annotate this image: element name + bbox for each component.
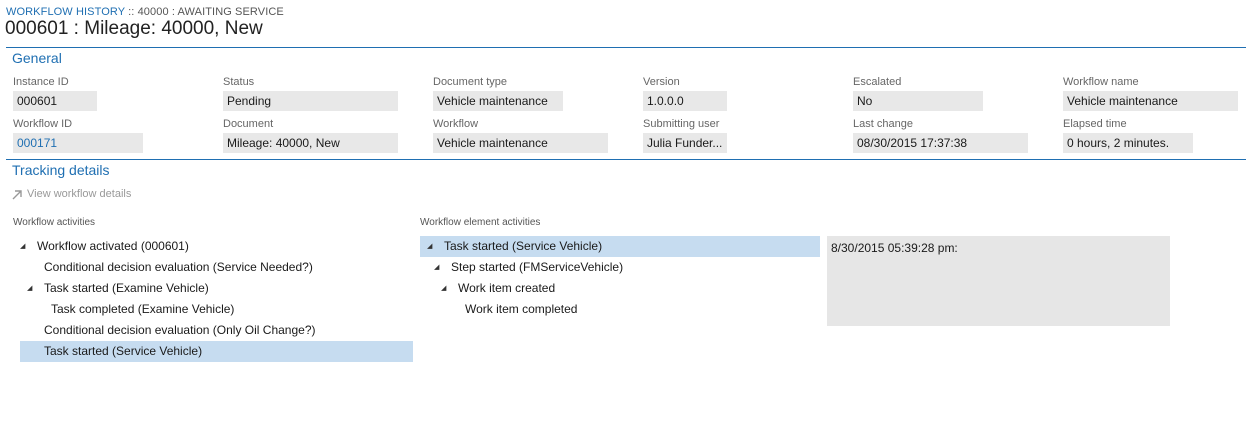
submitting-user-label: Submitting user (643, 118, 720, 130)
last-change-label: Last change (853, 118, 913, 130)
instance-id-label: Instance ID (13, 76, 69, 88)
tracking-section-divider (6, 159, 1246, 160)
document-label: Document (223, 118, 274, 130)
document-value: Mileage: 40000, New (223, 133, 398, 153)
document-field: Document Mileage: 40000, New (223, 118, 398, 153)
submitting-user-field: Submitting user Julia Funder... (643, 118, 727, 153)
tree-item-decision-service-needed[interactable]: Conditional decision evaluation (Service… (20, 257, 413, 278)
version-field: Version 1.0.0.0 (643, 76, 727, 111)
tree-item-label: Task started (Service Vehicle) (444, 239, 603, 253)
escalated-label: Escalated (853, 76, 902, 88)
element-item-work-item-created[interactable]: ◢ Work item created (420, 278, 820, 299)
view-workflow-details-label: View workflow details (27, 188, 132, 200)
tree-item-label: Step started (FMServiceVehicle) (451, 260, 624, 274)
element-item-work-item-completed[interactable]: Work item completed (420, 299, 820, 320)
tree-item-label: Workflow activated (000601) (37, 239, 189, 253)
escalated-value: No (853, 91, 983, 111)
expand-triangle-icon[interactable]: ◢ (427, 236, 435, 257)
workflow-element-activities-tree: ◢ Task started (Service Vehicle) ◢ Step … (420, 236, 820, 326)
view-workflow-details-button[interactable]: View workflow details (12, 188, 131, 200)
workflow-id-link[interactable]: 000171 (13, 133, 143, 153)
element-item-step-started[interactable]: ◢ Step started (FMServiceVehicle) (420, 257, 820, 278)
tree-item-label: Conditional decision evaluation (Service… (44, 260, 313, 274)
elapsed-time-value: 0 hours, 2 minutes. (1063, 133, 1193, 153)
workflow-name-label: Workflow name (1063, 76, 1139, 88)
breadcrumb-context: :: 40000 : AWAITING SERVICE (124, 6, 284, 18)
tree-item-label: Task completed (Examine Vehicle) (51, 302, 235, 316)
element-item-task-started-service[interactable]: ◢ Task started (Service Vehicle) (420, 236, 820, 257)
instance-id-field: Instance ID 000601 (13, 76, 97, 111)
last-change-field: Last change 08/30/2015 17:37:38 (853, 118, 1028, 153)
version-value: 1.0.0.0 (643, 91, 727, 111)
document-type-label: Document type (433, 76, 507, 88)
tree-item-label: Task started (Service Vehicle) (44, 344, 203, 358)
workflow-id-label: Workflow ID (13, 118, 73, 130)
tree-item-label: Conditional decision evaluation (Only Oi… (44, 323, 316, 337)
workflow-name-field: Workflow name Vehicle maintenance (1063, 76, 1238, 111)
document-type-field: Document type Vehicle maintenance (433, 76, 563, 111)
tree-item-task-started-service[interactable]: Task started (Service Vehicle) (20, 341, 413, 362)
workflow-field: Workflow Vehicle maintenance (433, 118, 608, 153)
expand-triangle-icon[interactable]: ◢ (20, 236, 28, 257)
expand-triangle-icon[interactable]: ◢ (441, 278, 449, 299)
status-label: Status (223, 76, 255, 88)
general-section-header[interactable]: General (12, 50, 62, 66)
tracking-section-header[interactable]: Tracking details (12, 162, 110, 178)
workflow-element-activities-heading: Workflow element activities (420, 217, 541, 228)
tree-item-workflow-activated[interactable]: ◢ Workflow activated (000601) (20, 236, 413, 257)
workflow-activities-heading: Workflow activities (13, 217, 96, 228)
tree-item-decision-oil-change[interactable]: Conditional decision evaluation (Only Oi… (20, 320, 413, 341)
elapsed-time-field: Elapsed time 0 hours, 2 minutes. (1063, 118, 1193, 153)
document-type-value: Vehicle maintenance (433, 91, 563, 111)
activity-detail-box: 8/30/2015 05:39:28 pm: (827, 236, 1170, 326)
tree-item-label: Work item completed (465, 302, 578, 316)
tree-item-task-completed-examine[interactable]: Task completed (Examine Vehicle) (20, 299, 413, 320)
submitting-user-value: Julia Funder... (643, 133, 727, 153)
general-section-divider (6, 47, 1246, 48)
escalated-field: Escalated No (853, 76, 983, 111)
elapsed-time-label: Elapsed time (1063, 118, 1127, 130)
last-change-value: 08/30/2015 17:37:38 (853, 133, 1028, 153)
workflow-id-field: Workflow ID 000171 (13, 118, 143, 153)
expand-triangle-icon[interactable]: ◢ (434, 257, 442, 278)
status-value: Pending (223, 91, 398, 111)
workflow-activities-tree: ◢ Workflow activated (000601) Conditiona… (20, 236, 413, 366)
breadcrumb: WORKFLOW HISTORY :: 40000 : AWAITING SER… (6, 6, 284, 18)
arrow-up-right-icon (12, 189, 23, 200)
activity-detail-text: 8/30/2015 05:39:28 pm: (831, 241, 958, 255)
expand-triangle-icon[interactable]: ◢ (27, 278, 35, 299)
breadcrumb-workflow-history-link[interactable]: WORKFLOW HISTORY (6, 6, 125, 18)
status-field: Status Pending (223, 76, 398, 111)
version-label: Version (643, 76, 680, 88)
page-title: 000601 : Mileage: 40000, New (5, 18, 263, 39)
tree-item-label: Work item created (458, 281, 556, 295)
instance-id-value: 000601 (13, 91, 97, 111)
tree-item-task-started-examine[interactable]: ◢ Task started (Examine Vehicle) (20, 278, 413, 299)
tree-item-label: Task started (Examine Vehicle) (44, 281, 209, 295)
workflow-name-value: Vehicle maintenance (1063, 91, 1238, 111)
workflow-label: Workflow (433, 118, 479, 130)
workflow-value: Vehicle maintenance (433, 133, 608, 153)
